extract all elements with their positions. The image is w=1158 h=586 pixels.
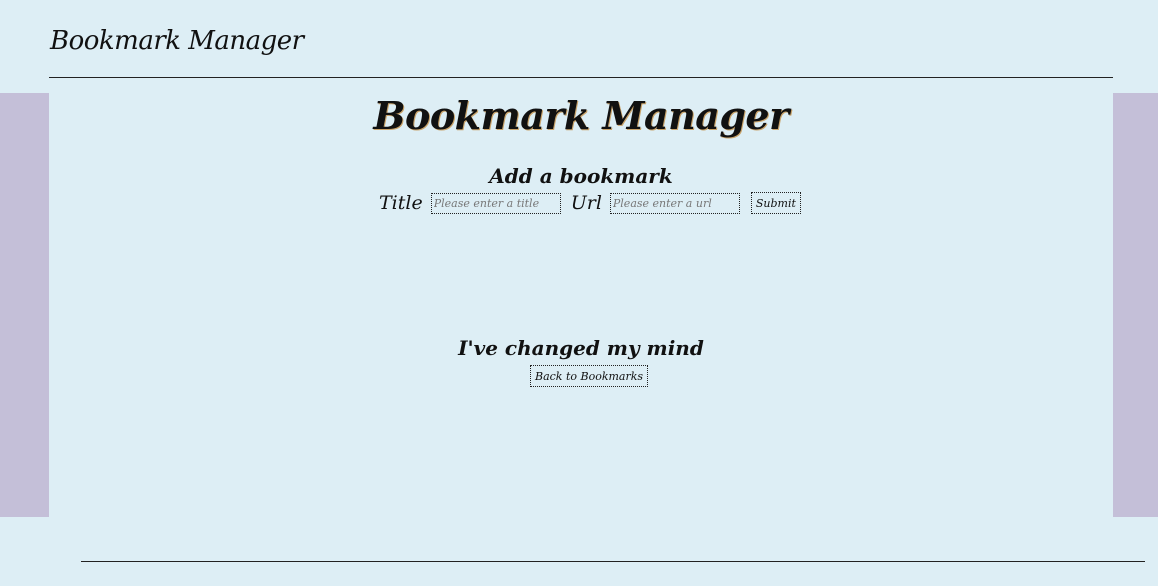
add-bookmark-form: Title Url Submit [379, 190, 801, 216]
title-input[interactable] [430, 192, 561, 214]
title-label: Title [379, 192, 423, 214]
left-side-panel [0, 93, 49, 517]
main-content: Bookmark Manager Add a bookmark Title Ur… [49, 93, 1113, 517]
footer-divider [81, 561, 1145, 562]
changed-mind-heading: I've changed my mind [458, 336, 704, 360]
add-bookmark-heading: Add a bookmark [489, 164, 673, 188]
page-title: Bookmark Manager [373, 93, 789, 138]
submit-button[interactable]: Submit [750, 192, 801, 214]
back-to-bookmarks-button[interactable]: Back to Bookmarks [530, 365, 649, 387]
header-divider [49, 77, 1113, 78]
right-side-panel [1113, 93, 1158, 517]
site-title: Bookmark Manager [50, 26, 304, 56]
url-label: Url [570, 192, 602, 214]
url-input[interactable] [609, 192, 740, 214]
site-header: Bookmark Manager [0, 0, 1158, 93]
